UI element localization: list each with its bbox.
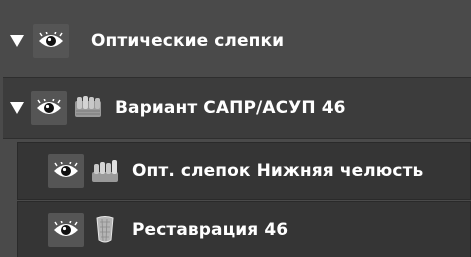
tree-row-label: Опт. слепок Нижняя челюсть bbox=[132, 161, 424, 181]
visibility-eye-icon[interactable] bbox=[48, 154, 84, 188]
visibility-eye-icon[interactable] bbox=[48, 213, 84, 247]
collapse-triangle-icon[interactable] bbox=[9, 100, 25, 116]
tree-row-restoration[interactable]: Реставрация 46 bbox=[17, 201, 471, 257]
lower-jaw-scan-icon bbox=[90, 156, 120, 186]
tree-row-variant[interactable]: Вариант САПР/АСУП 46 bbox=[3, 77, 471, 139]
visibility-eye-icon[interactable] bbox=[33, 23, 69, 58]
tree-row-optical-impressions[interactable]: Оптические слепки bbox=[3, 6, 471, 75]
tree-row-label: Оптические слепки bbox=[91, 30, 285, 51]
object-tree-panel: Оптические слепки Вариант САПР/АСУП 46 О… bbox=[0, 0, 471, 257]
visibility-eye-icon[interactable] bbox=[31, 91, 67, 125]
restoration-tooth-icon bbox=[90, 215, 120, 245]
dental-model-icon bbox=[73, 93, 103, 123]
collapse-triangle-icon[interactable] bbox=[9, 33, 25, 49]
tree-row-label: Вариант САПР/АСУП 46 bbox=[115, 98, 346, 118]
tree-row-lower-jaw-scan[interactable]: Опт. слепок Нижняя челюсть bbox=[17, 142, 471, 200]
tree-row-label: Реставрация 46 bbox=[132, 220, 289, 240]
